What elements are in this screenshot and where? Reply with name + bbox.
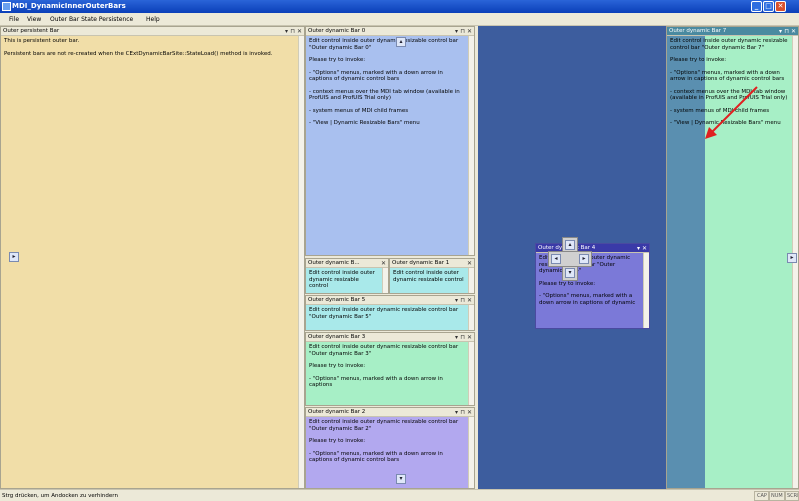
bar-edit-area[interactable]: Edit control inside outer dynamic resiza… <box>390 268 468 293</box>
vertical-scrollbar[interactable] <box>468 417 474 488</box>
vertical-scrollbar[interactable] <box>298 36 304 488</box>
outer-dynamic-bar-0: Outer dynamic Bar 0 ▾ ⊓ ✕ Edit control i… <box>305 26 475 256</box>
outer-dynamic-bar-2: Outer dynamic Bar 2 ▾ ⊓ ✕ Edit control i… <box>305 407 475 489</box>
close-icon[interactable]: ✕ <box>467 27 472 35</box>
outer-dynamic-bar-7: Outer dynamic Bar 7 ▾ ⊓ ✕ Edit control i… <box>666 26 799 489</box>
app-icon <box>2 2 11 11</box>
bar-edit-area[interactable]: This is persistent outer bar. Persistent… <box>1 36 298 488</box>
bar-edit-area[interactable]: Edit control inside outer dynamic resiza… <box>306 342 468 405</box>
options-arrow-icon[interactable]: ▾ <box>455 333 458 341</box>
dock-marker-top-icon[interactable]: ▴ <box>396 37 406 47</box>
close-icon[interactable]: ✕ <box>381 259 386 267</box>
drag-arrow-icon <box>705 86 758 139</box>
pin-icon[interactable]: ⊓ <box>460 27 465 35</box>
close-icon[interactable]: ✕ <box>791 27 796 35</box>
scrl-indicator: SCRL <box>784 491 799 501</box>
menu-help[interactable]: Help <box>146 16 160 23</box>
maximize-button[interactable]: □ <box>763 1 774 12</box>
outer-persistent-bar: Outer persistent Bar ▾ ⊓ ✕ This is persi… <box>0 26 305 489</box>
docking-cross-marker[interactable]: ▴ ▾ ◂ ▸ <box>548 237 592 281</box>
outer-dynamic-bar-6: Outer dynamic B... ✕ Edit control inside… <box>305 258 389 294</box>
vertical-scrollbar[interactable] <box>468 36 474 255</box>
minimize-button[interactable]: _ <box>751 1 762 12</box>
menu-bar: File View Outer Bar State Persistence He… <box>0 13 799 26</box>
options-arrow-icon[interactable]: ▾ <box>779 27 782 35</box>
bar-edit-area[interactable]: Edit control inside outer dynamic resiza… <box>306 417 468 488</box>
close-icon[interactable]: ✕ <box>467 296 472 304</box>
close-icon[interactable]: ✕ <box>467 333 472 341</box>
close-icon[interactable]: ✕ <box>467 408 472 416</box>
vertical-scrollbar[interactable] <box>468 342 474 405</box>
bar-edit-area[interactable]: Edit control inside outer dynamic resiza… <box>306 268 382 293</box>
dock-marker-right-icon[interactable]: ▸ <box>787 253 797 263</box>
options-arrow-icon[interactable]: ▾ <box>285 27 288 35</box>
dock-marker-bottom-icon[interactable]: ▾ <box>396 474 406 484</box>
pin-icon[interactable]: ⊓ <box>784 27 789 35</box>
options-arrow-icon[interactable]: ▾ <box>455 27 458 35</box>
dock-up-arrow-icon[interactable]: ▴ <box>565 240 575 250</box>
vertical-scrollbar[interactable] <box>468 268 474 293</box>
dock-marker-left-icon[interactable]: ▸ <box>9 252 19 262</box>
status-bar: Strg drücken, um Andocken zu verhindern … <box>0 489 799 501</box>
pin-icon[interactable]: ⊓ <box>460 408 465 416</box>
dock-down-arrow-icon[interactable]: ▾ <box>565 268 575 278</box>
bar-edit-area[interactable]: Edit control inside outer dynamic resiza… <box>306 36 468 255</box>
close-button[interactable]: ✕ <box>775 1 786 12</box>
vertical-scrollbar[interactable] <box>643 253 649 328</box>
close-icon[interactable]: ✕ <box>297 27 302 35</box>
close-icon[interactable]: ✕ <box>467 259 472 267</box>
outer-dynamic-bar-1: Outer dynamic Bar 1 ✕ Edit control insid… <box>389 258 475 294</box>
bar-caption: Outer persistent Bar ▾ ⊓ ✕ <box>1 27 304 36</box>
menu-persistence[interactable]: Outer Bar State Persistence <box>50 16 133 23</box>
outer-dynamic-bar-3: Outer dynamic Bar 3 ▾ ⊓ ✕ Edit control i… <box>305 332 475 406</box>
dock-left-arrow-icon[interactable]: ◂ <box>551 254 561 264</box>
close-icon[interactable]: ✕ <box>642 244 647 252</box>
status-text: Strg drücken, um Andocken zu verhindern <box>2 493 118 499</box>
pin-icon[interactable]: ⊓ <box>460 333 465 341</box>
options-arrow-icon[interactable]: ▾ <box>637 244 640 252</box>
vertical-scrollbar[interactable] <box>468 305 474 330</box>
options-arrow-icon[interactable]: ▾ <box>455 296 458 304</box>
options-arrow-icon[interactable]: ▾ <box>455 408 458 416</box>
menu-view[interactable]: View <box>27 16 41 23</box>
pin-icon[interactable]: ⊓ <box>460 296 465 304</box>
menu-file[interactable]: File <box>9 16 19 23</box>
dock-right-arrow-icon[interactable]: ▸ <box>579 254 589 264</box>
vertical-scrollbar[interactable] <box>382 268 388 293</box>
window-title-bar: MDI_DynamicInnerOuterBars _ □ ✕ <box>0 0 799 13</box>
window-title: MDI_DynamicInnerOuterBars <box>12 2 126 10</box>
outer-dynamic-bar-5: Outer dynamic Bar 5 ▾ ⊓ ✕ Edit control i… <box>305 295 475 331</box>
bar-edit-area[interactable]: Edit control inside outer dynamic resiza… <box>306 305 468 330</box>
pin-icon[interactable]: ⊓ <box>290 27 295 35</box>
